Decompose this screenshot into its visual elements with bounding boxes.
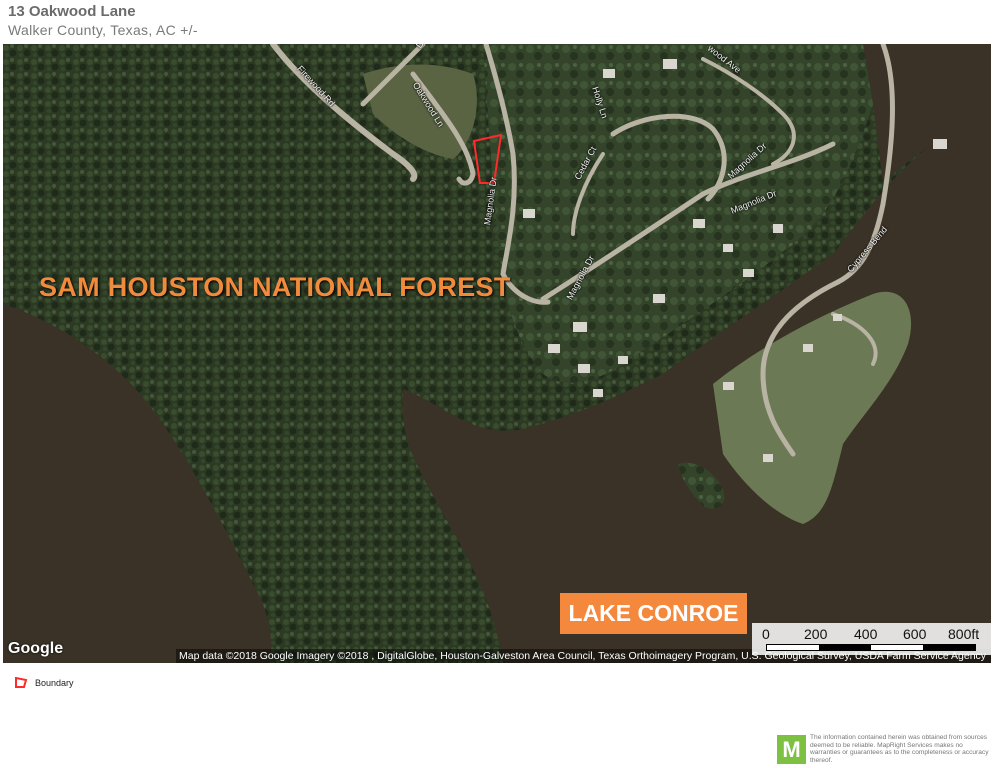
- google-logo: Google: [8, 640, 64, 657]
- boundary-icon: [15, 677, 28, 688]
- page-header: 13 Oakwood Lane Walker County, Texas, AC…: [8, 3, 198, 39]
- disclaimer-text: The information contained herein was obt…: [810, 734, 989, 764]
- scale-label: 200: [804, 626, 828, 642]
- scale-label: 400: [854, 626, 878, 642]
- scale-segment: [923, 645, 975, 650]
- scale-segment: [819, 645, 871, 650]
- forest-label: SAM HOUSTON NATIONAL FOREST: [39, 272, 511, 302]
- scale-label: 800ft: [948, 626, 980, 642]
- map-imagery: [3, 44, 991, 663]
- legend-label-boundary: Boundary: [35, 678, 74, 688]
- scale-ruler: [766, 644, 976, 651]
- scale-bar: 0 200 400 600 800ft: [752, 623, 991, 655]
- mapright-logo: M: [777, 735, 806, 764]
- property-title: 13 Oakwood Lane: [8, 3, 136, 20]
- scale-label: 600: [903, 626, 927, 642]
- satellite-map[interactable]: Firewood Rd Oakwood Ln Dr wood Ave Holly…: [3, 44, 991, 663]
- property-subtitle: Walker County, Texas, AC +/-: [8, 22, 198, 38]
- map-legend: Boundary: [14, 677, 74, 689]
- scale-label: 0: [762, 626, 770, 642]
- lake-label: LAKE CONROE: [560, 593, 747, 634]
